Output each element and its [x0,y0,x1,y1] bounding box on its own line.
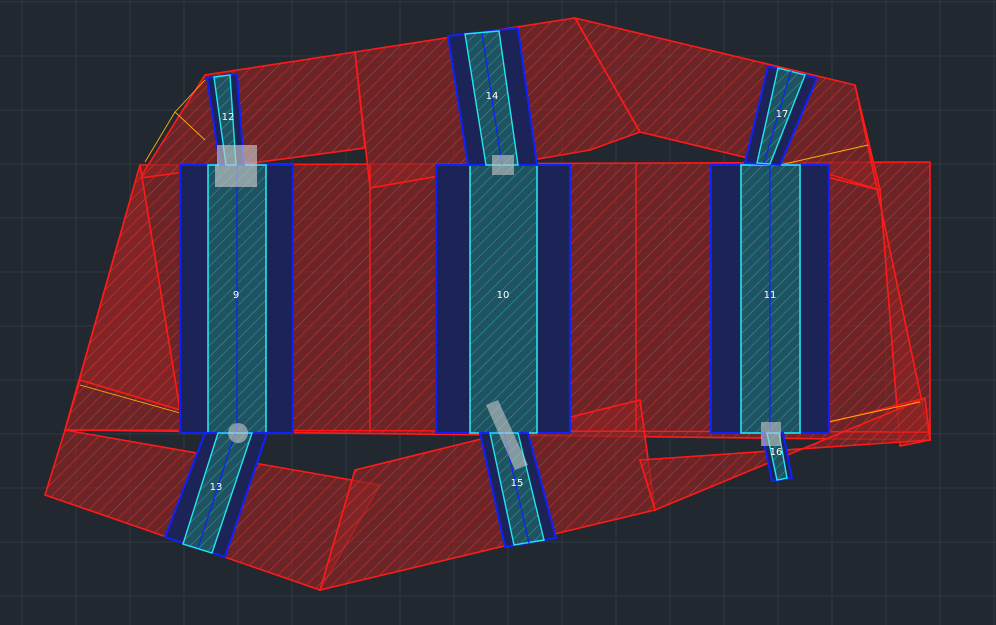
cad-drawing[interactable]: 9 10 11 12 13 14 15 16 17 [0,0,996,625]
label-9: 9 [233,290,239,301]
marker-top-left-2[interactable] [215,165,257,187]
label-10: 10 [497,290,510,301]
marker-bottom-right[interactable] [761,422,781,446]
label-13: 13 [210,482,223,493]
label-15: 15 [511,478,524,489]
label-14: 14 [486,91,499,102]
label-12: 12 [222,112,235,123]
marker-top-left[interactable] [217,145,257,165]
label-17: 17 [776,109,789,120]
marker-circle[interactable] [228,423,248,443]
marker-top-center[interactable] [492,155,514,175]
label-16: 16 [770,447,783,458]
label-11: 11 [764,290,777,301]
cad-drawing-canvas[interactable]: 9 10 11 12 13 14 15 16 17 [0,0,996,625]
